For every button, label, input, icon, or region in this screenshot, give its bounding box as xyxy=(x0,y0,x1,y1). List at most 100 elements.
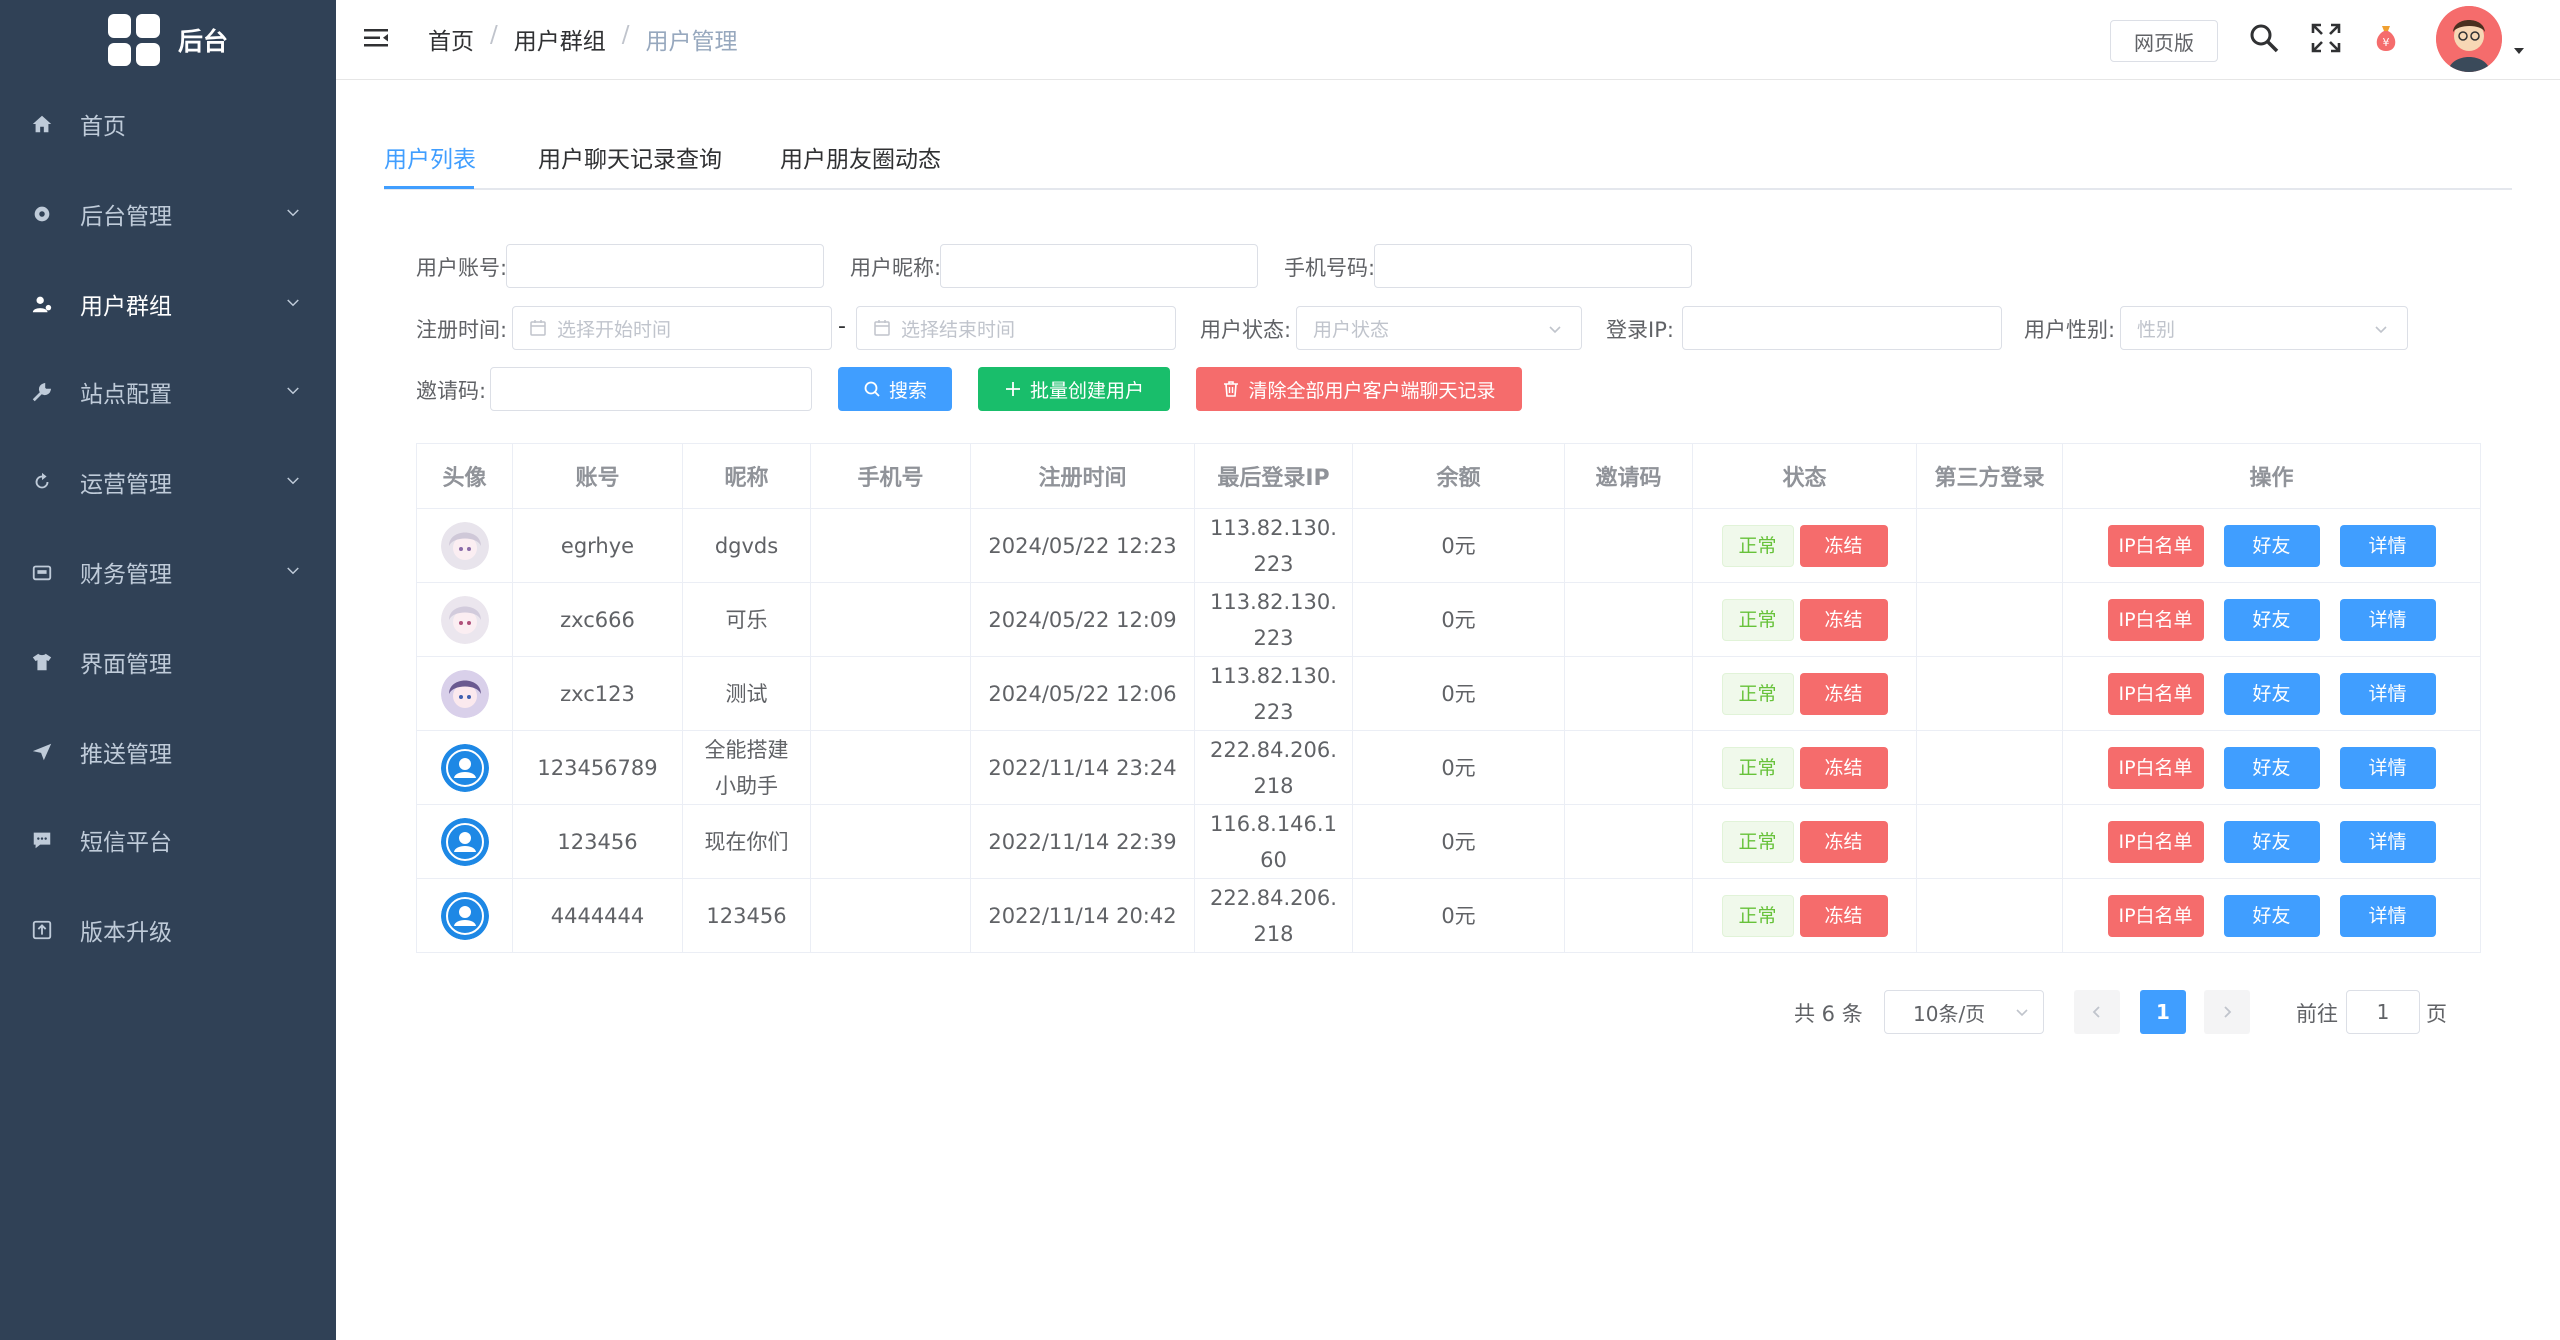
sidebar-item-push[interactable]: 推送管理 xyxy=(0,716,336,788)
phone-cell xyxy=(810,804,971,879)
status-normal-tag: 正常 xyxy=(1721,524,1794,567)
reg-time-label: 注册时间: xyxy=(416,318,508,342)
sidebar-item-ui[interactable]: 界面管理 xyxy=(0,626,336,698)
friends-button[interactable]: 好友 xyxy=(2223,524,2320,567)
nickname-cell: 123456 xyxy=(682,878,811,953)
phone-cell xyxy=(810,656,971,731)
ip-line: 113.82.130. xyxy=(1210,515,1337,540)
reg-time-cell: 2022/11/14 22:39 xyxy=(970,804,1195,879)
friends-button[interactable]: 好友 xyxy=(2223,820,2320,863)
sidebar-item-operations[interactable]: 运营管理 xyxy=(0,446,336,518)
send-icon xyxy=(30,741,54,763)
page-size-select[interactable]: 10条/页 xyxy=(1884,990,2044,1034)
breadcrumb-user-group[interactable]: 用户群组 xyxy=(514,22,606,56)
sidebar-item-admin[interactable]: 后台管理 xyxy=(0,178,336,250)
search-icon[interactable] xyxy=(2248,22,2280,54)
next-page-button[interactable] xyxy=(2204,990,2250,1034)
batch-create-button[interactable]: 批量创建用户 xyxy=(978,367,1170,411)
prev-page-button[interactable] xyxy=(2074,990,2120,1034)
nickname-line: 小助手 xyxy=(715,773,778,798)
page-number-current[interactable]: 1 xyxy=(2140,990,2186,1034)
invite-cell xyxy=(1564,656,1693,731)
gender-select[interactable]: 性别 xyxy=(2120,306,2408,350)
tab-moments[interactable]: 用户朋友圈动态 xyxy=(780,140,941,188)
ip-whitelist-button[interactable]: IP白名单 xyxy=(2107,524,2204,567)
login-ip-label: 登录IP: xyxy=(1606,318,1674,342)
calendar-icon xyxy=(874,320,890,336)
goto-page-input[interactable]: 1 xyxy=(2346,990,2420,1034)
table-row: 123456789 全能搭建 小助手 2022/11/14 23:24 222.8… xyxy=(416,730,2481,805)
detail-button[interactable]: 详情 xyxy=(2339,894,2436,937)
friends-button[interactable]: 好友 xyxy=(2223,672,2320,715)
search-icon xyxy=(864,381,880,397)
fullscreen-icon[interactable] xyxy=(2310,22,2342,54)
account-cell: 123456 xyxy=(512,804,683,879)
menu-toggle-icon[interactable] xyxy=(362,24,390,52)
nickname-input[interactable] xyxy=(940,244,1258,288)
friends-button[interactable]: 好友 xyxy=(2223,746,2320,789)
sidebar-item-home[interactable]: 首页 xyxy=(0,88,336,160)
invite-input[interactable] xyxy=(490,367,812,411)
chevron-down-icon xyxy=(287,387,299,395)
sidebar-item-finance[interactable]: 财务管理 xyxy=(0,536,336,608)
table-row: zxc123 测试 2024/05/22 12:06 113.82.130. 22… xyxy=(416,656,2481,731)
search-button[interactable]: 搜索 xyxy=(838,367,952,411)
detail-button[interactable]: 详情 xyxy=(2339,524,2436,567)
detail-button[interactable]: 详情 xyxy=(2339,746,2436,789)
freeze-button[interactable]: 冻结 xyxy=(1799,746,1888,789)
freeze-button[interactable]: 冻结 xyxy=(1799,894,1888,937)
tab-chat-records[interactable]: 用户聊天记录查询 xyxy=(538,140,722,188)
third-party-cell xyxy=(1916,582,2063,657)
status-select[interactable]: 用户状态 xyxy=(1296,306,1582,350)
user-avatar[interactable] xyxy=(2436,6,2502,72)
col-nickname: 昵称 xyxy=(682,443,811,509)
freeze-button[interactable]: 冻结 xyxy=(1799,672,1888,715)
ip-cell: 222.84.206. 218 xyxy=(1194,878,1353,953)
balance-cell: 0元 xyxy=(1352,582,1565,657)
nickname-cell: 可乐 xyxy=(682,582,811,657)
ip-whitelist-button[interactable]: IP白名单 xyxy=(2107,820,2204,863)
phone-input[interactable] xyxy=(1374,244,1692,288)
start-time-picker[interactable]: 选择开始时间 xyxy=(512,306,832,350)
ip-whitelist-button[interactable]: IP白名单 xyxy=(2107,746,2204,789)
ip-whitelist-button[interactable]: IP白名单 xyxy=(2107,598,2204,641)
sidebar-item-site-config[interactable]: 站点配置 xyxy=(0,356,336,428)
web-version-button[interactable]: 网页版 xyxy=(2110,20,2218,62)
ip-whitelist-button[interactable]: IP白名单 xyxy=(2107,672,2204,715)
ip-line: 222.84.206. xyxy=(1210,737,1337,762)
phone-cell xyxy=(810,582,971,657)
invite-cell xyxy=(1564,582,1693,657)
freeze-button[interactable]: 冻结 xyxy=(1799,598,1888,641)
money-bag-icon[interactable]: ¥ xyxy=(2370,22,2402,54)
account-input[interactable] xyxy=(506,244,824,288)
users-icon xyxy=(30,293,54,315)
breadcrumb-home[interactable]: 首页 xyxy=(428,22,474,56)
sidebar-item-label: 用户群组 xyxy=(80,294,172,320)
friends-button[interactable]: 好友 xyxy=(2223,894,2320,937)
caret-down-icon[interactable] xyxy=(2512,44,2526,58)
freeze-button[interactable]: 冻结 xyxy=(1799,820,1888,863)
end-time-picker[interactable]: 选择结束时间 xyxy=(856,306,1176,350)
table-row: 4444444 123456 2022/11/14 20:42 222.84.2… xyxy=(416,878,2481,953)
detail-button[interactable]: 详情 xyxy=(2339,820,2436,863)
tab-bar: 用户列表 用户聊天记录查询 用户朋友圈动态 xyxy=(384,140,2512,190)
reg-time-cell: 2024/05/22 12:23 xyxy=(970,508,1195,583)
chevron-down-icon xyxy=(2016,1009,2028,1017)
login-ip-input[interactable] xyxy=(1682,306,2002,350)
search-button-label: 搜索 xyxy=(888,379,927,402)
tab-user-list[interactable]: 用户列表 xyxy=(384,140,476,188)
ip-whitelist-button[interactable]: IP白名单 xyxy=(2107,894,2204,937)
friends-button[interactable]: 好友 xyxy=(2223,598,2320,641)
detail-button[interactable]: 详情 xyxy=(2339,598,2436,641)
anime-avatar xyxy=(440,669,489,718)
sidebar-item-sms[interactable]: 短信平台 xyxy=(0,804,336,876)
ip-cell: 113.82.130. 223 xyxy=(1194,656,1353,731)
balance-cell: 0元 xyxy=(1352,656,1565,731)
sidebar-item-label: 短信平台 xyxy=(80,830,172,856)
actions-cell: IP白名单 好友 详情 xyxy=(2062,508,2481,583)
clear-chat-button[interactable]: 清除全部用户客户端聊天记录 xyxy=(1196,367,1522,411)
detail-button[interactable]: 详情 xyxy=(2339,672,2436,715)
freeze-button[interactable]: 冻结 xyxy=(1799,524,1888,567)
sidebar-item-upgrade[interactable]: 版本升级 xyxy=(0,894,336,966)
sidebar-item-user-group[interactable]: 用户群组 xyxy=(0,268,336,340)
